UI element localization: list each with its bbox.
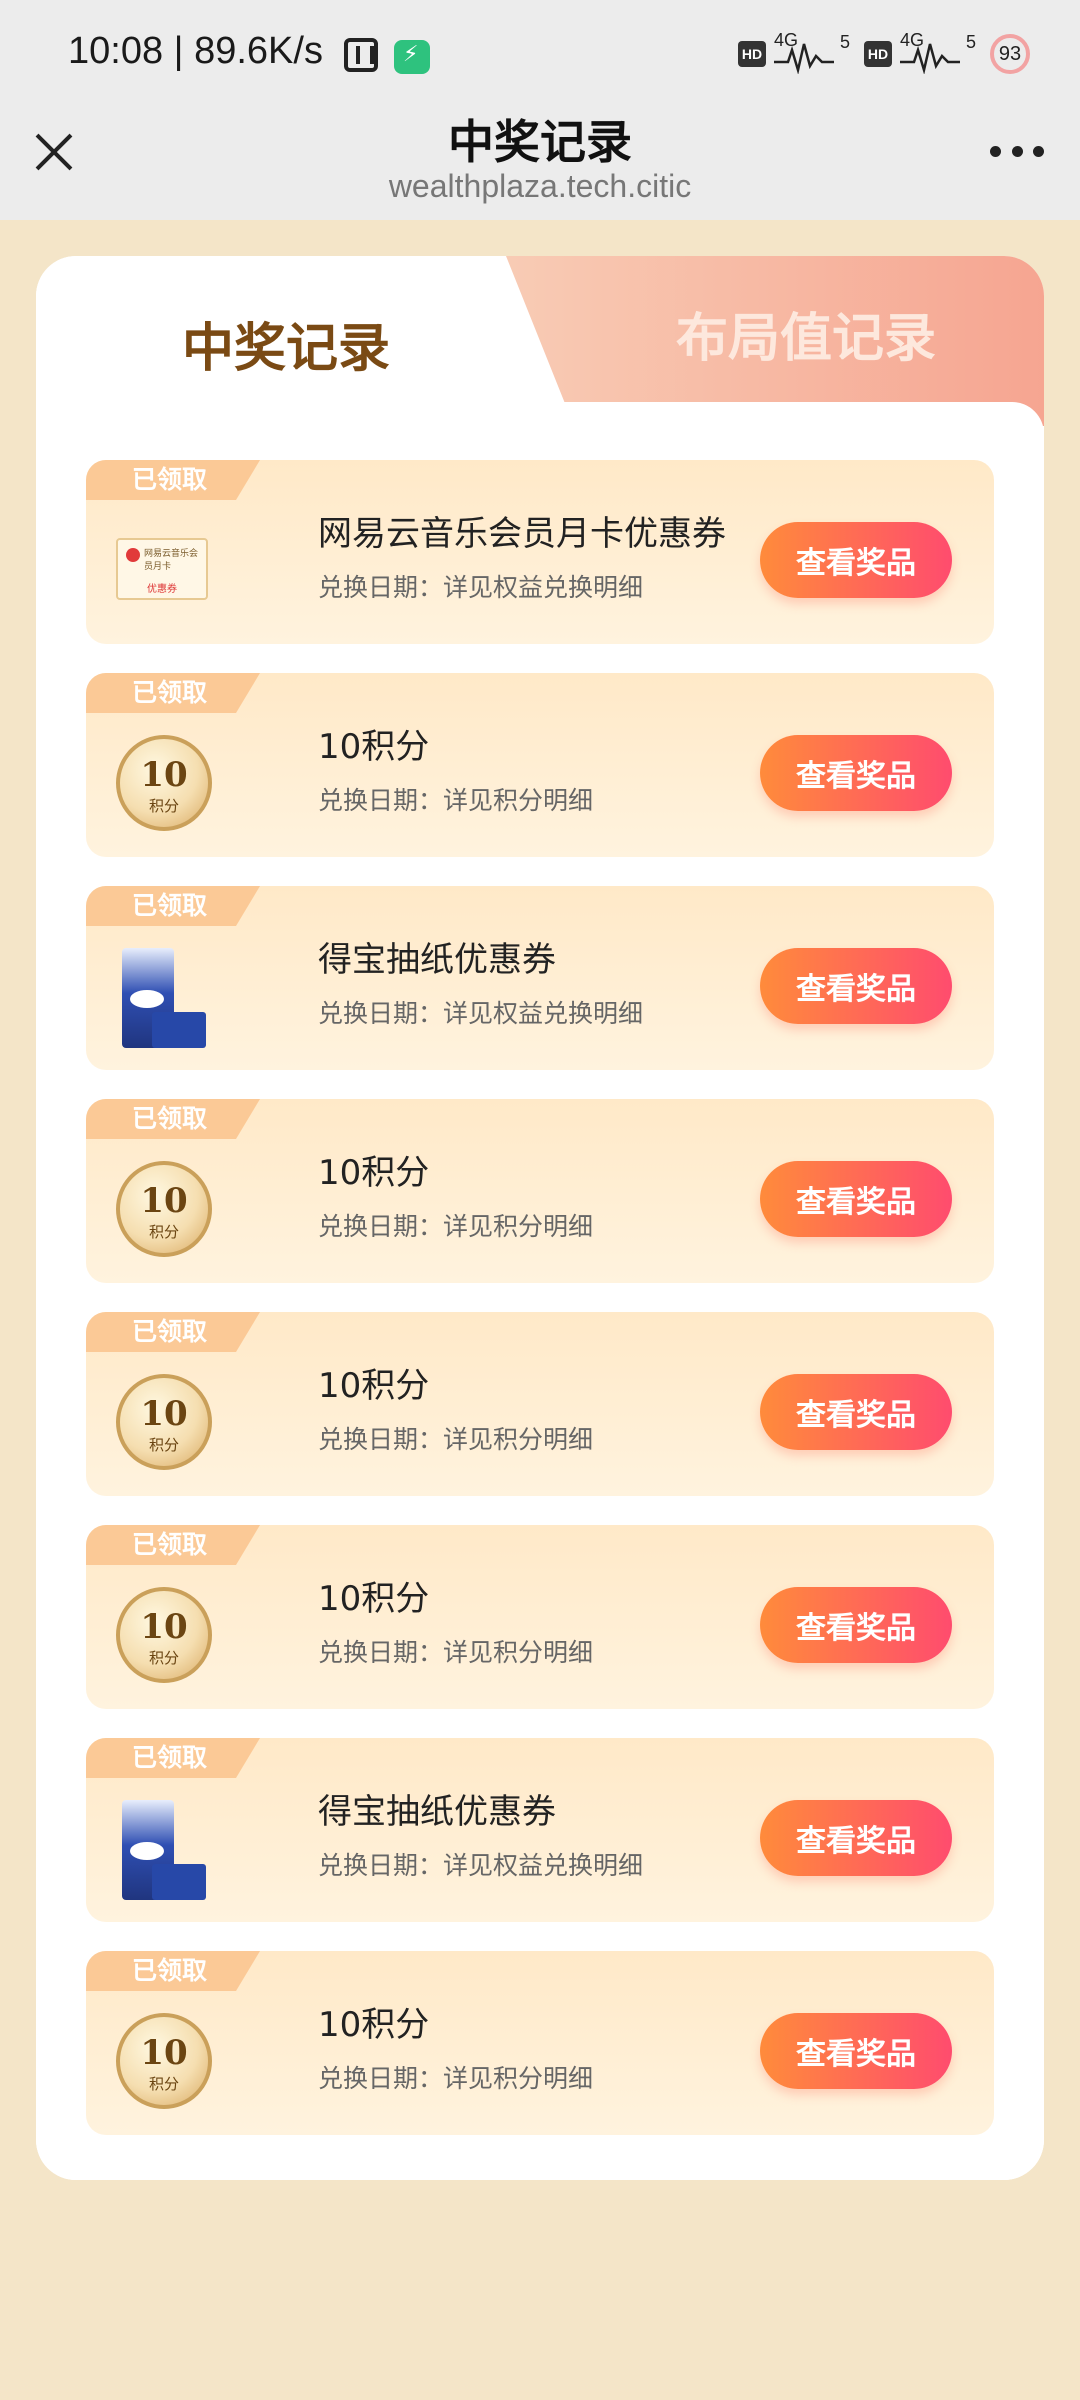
more-icon[interactable] (990, 146, 1044, 158)
view-prize-button[interactable]: 查看奖品 (760, 948, 952, 1024)
tissue-icon (116, 948, 212, 1048)
voucher-icon: 网易云音乐会员月卡 优惠券 (116, 522, 212, 618)
prize-date: 兑换日期：详见积分明细 (318, 1638, 594, 1667)
tissue-icon (116, 1800, 212, 1900)
points-coin-icon: 10 积分 (116, 1374, 212, 1470)
prize-title: 10积分 (318, 2005, 430, 2045)
signal-icon: 4G 5 (900, 30, 982, 74)
prize-date: 兑换日期：详见权益兑换明细 (318, 1851, 644, 1880)
prize-date: 兑换日期：详见积分明细 (318, 1425, 594, 1454)
claimed-badge: 已领取 (86, 1951, 260, 1991)
view-prize-button[interactable]: 查看奖品 (760, 522, 952, 598)
hd-icon: HD (864, 41, 892, 67)
list-item: 已领取 10 积分 10积分 兑换日期：详见积分明细 查看奖品 (86, 1951, 994, 2135)
prize-title: 10积分 (318, 1153, 430, 1193)
list-item: 已领取 10 积分 10积分 兑换日期：详见积分明细 查看奖品 (86, 673, 994, 857)
nfc-icon (344, 38, 378, 72)
view-prize-button[interactable]: 查看奖品 (760, 735, 952, 811)
prize-date: 兑换日期：详见积分明细 (318, 2064, 594, 2093)
hd-icon: HD (738, 41, 766, 67)
points-coin-icon: 10 积分 (116, 2013, 212, 2109)
list-item: 已领取 10 积分 10积分 兑换日期：详见积分明细 查看奖品 (86, 1525, 994, 1709)
view-prize-button[interactable]: 查看奖品 (760, 1374, 952, 1450)
prize-date: 兑换日期：详见权益兑换明细 (318, 573, 644, 602)
prize-date: 兑换日期：详见积分明细 (318, 1212, 594, 1241)
view-prize-button[interactable]: 查看奖品 (760, 1587, 952, 1663)
prize-title: 得宝抽纸优惠券 (318, 1792, 556, 1832)
points-coin-icon: 10 积分 (116, 1161, 212, 1257)
list-item: 已领取 得宝抽纸优惠券 兑换日期：详见权益兑换明细 查看奖品 (86, 886, 994, 1070)
list-item: 已领取 10 积分 10积分 兑换日期：详见积分明细 查看奖品 (86, 1099, 994, 1283)
tab-prize-records-label[interactable]: 中奖记录 (36, 306, 536, 381)
prize-list: 已领取 网易云音乐会员月卡 优惠券 网易云音乐会员月卡优惠券 兑换日期：详见权益… (86, 460, 994, 2164)
view-prize-button[interactable]: 查看奖品 (760, 1800, 952, 1876)
status-time: 10:08 | 89.6K/s (68, 30, 323, 72)
battery-icon: 93 (990, 34, 1030, 74)
prize-title: 10积分 (318, 1366, 430, 1406)
points-coin-icon: 10 积分 (116, 1587, 212, 1683)
claimed-badge: 已领取 (86, 460, 260, 500)
prize-title: 10积分 (318, 727, 430, 767)
prize-title: 网易云音乐会员月卡优惠券 (318, 514, 726, 554)
tab-layout-value-records-label[interactable]: 布局值记录 (566, 296, 1044, 371)
claimed-badge: 已领取 (86, 1525, 260, 1565)
prize-date: 兑换日期：详见积分明细 (318, 786, 594, 815)
list-item: 已领取 10 积分 10积分 兑换日期：详见积分明细 查看奖品 (86, 1312, 994, 1496)
status-right: HD 4G 5 HD 4G 5 93 (738, 30, 1030, 74)
signal-bars: 5 (966, 32, 977, 52)
view-prize-button[interactable]: 查看奖品 (760, 1161, 952, 1237)
view-prize-button[interactable]: 查看奖品 (760, 2013, 952, 2089)
claimed-badge: 已领取 (86, 886, 260, 926)
list-item: 已领取 网易云音乐会员月卡 优惠券 网易云音乐会员月卡优惠券 兑换日期：详见权益… (86, 460, 994, 644)
claimed-badge: 已领取 (86, 1312, 260, 1352)
signal-bars: 5 (840, 32, 851, 52)
prize-title: 得宝抽纸优惠券 (318, 940, 556, 980)
charging-app-icon (394, 40, 430, 74)
page-title: 中奖记录 (448, 115, 632, 169)
prize-title: 10积分 (318, 1579, 430, 1619)
points-coin-icon: 10 积分 (116, 735, 212, 831)
claimed-badge: 已领取 (86, 673, 260, 713)
page-url: wealthplaza.tech.citic (388, 168, 692, 204)
prize-date: 兑换日期：详见权益兑换明细 (318, 999, 644, 1028)
list-item: 已领取 得宝抽纸优惠券 兑换日期：详见权益兑换明细 查看奖品 (86, 1738, 994, 1922)
claimed-badge: 已领取 (86, 1099, 260, 1139)
claimed-badge: 已领取 (86, 1738, 260, 1778)
status-bar: 10:08 | 89.6K/s HD 4G 5 HD 4G 5 93 (0, 0, 1080, 100)
signal-icon: 4G 5 (774, 30, 856, 74)
top-bar: 中奖记录 wealthplaza.tech.citic (0, 100, 1080, 220)
